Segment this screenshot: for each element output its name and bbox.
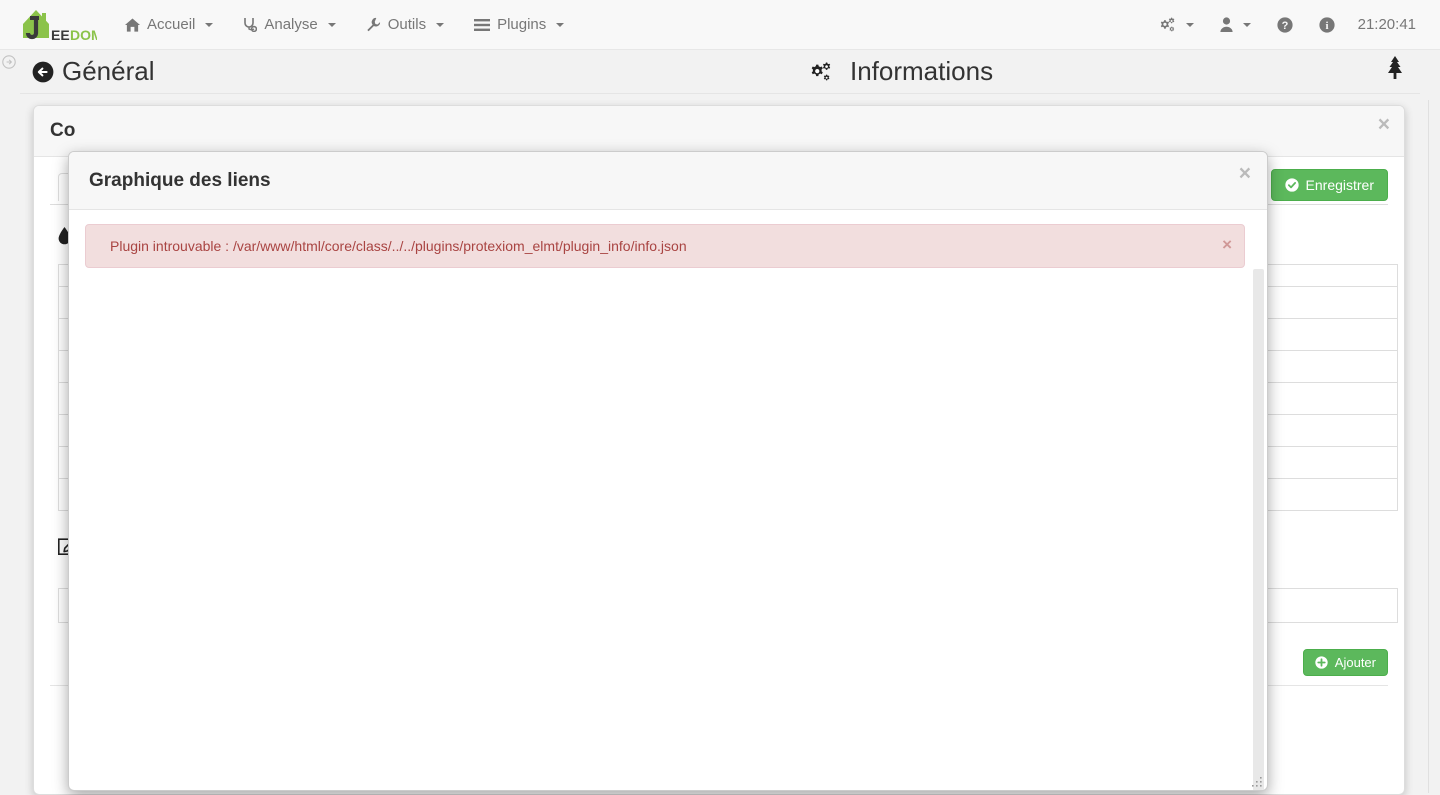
nav-item-user[interactable]: [1207, 0, 1264, 50]
info-circle-icon: i: [1319, 16, 1335, 33]
nav-label-outils: Outils: [387, 16, 427, 33]
top-navbar: EE DOM Accueil Analyse Outils Plugins ? …: [0, 0, 1440, 50]
modal-header: Graphique des liens ×: [69, 152, 1267, 210]
nav-item-settings[interactable]: [1145, 0, 1207, 50]
nav-label-plugins: Plugins: [497, 16, 547, 33]
home-icon: [125, 17, 140, 32]
nav-item-plugins[interactable]: Plugins: [459, 0, 579, 50]
chevron-down-icon: [1185, 22, 1194, 27]
circle-arrow-right-icon: [2, 55, 16, 69]
page-title-right-text: Informations: [850, 56, 994, 86]
tree-icon: [1388, 56, 1402, 79]
svg-text:?: ?: [1281, 20, 1288, 32]
sidebar-toggle-button[interactable]: [2, 55, 16, 69]
modal-resize-grip[interactable]: [1250, 775, 1264, 789]
page-title-text: Général: [62, 56, 155, 86]
modal-vertical-scrollbar[interactable]: [1252, 269, 1265, 790]
gears-icon: [1160, 17, 1174, 31]
tree-icon-wrap[interactable]: [1386, 56, 1420, 87]
error-alert-message: Plugin introuvable : /var/www/html/core/…: [110, 238, 687, 254]
svg-text:EE: EE: [51, 27, 70, 43]
chevron-down-icon: [436, 22, 445, 27]
background-panel-title: Co: [50, 120, 76, 141]
stethoscope-icon: [244, 18, 258, 32]
alert-dismiss-icon[interactable]: ×: [1222, 236, 1232, 253]
navbar-clock: 21:20:41: [1357, 16, 1416, 33]
nav-item-accueil[interactable]: Accueil: [110, 0, 228, 50]
list-icon: [474, 18, 491, 31]
right-gutter: [1428, 100, 1440, 793]
scrollbar-thumb[interactable]: [1253, 269, 1264, 790]
nav-item-outils[interactable]: Outils: [351, 0, 459, 50]
svg-text:DOM: DOM: [70, 27, 97, 43]
add-button[interactable]: Ajouter: [1302, 649, 1388, 676]
add-button-label: Ajouter: [1334, 655, 1376, 670]
nav-item-analyse[interactable]: Analyse: [228, 0, 350, 50]
main-nav: Accueil Analyse Outils Plugins: [110, 0, 579, 50]
add-command-wrap: Ajouter: [1302, 649, 1388, 676]
save-button-label: Enregistrer: [1305, 177, 1374, 193]
plus-circle-icon: [1315, 656, 1328, 669]
left-gutter: [0, 100, 18, 793]
save-button[interactable]: Enregistrer: [1270, 169, 1388, 201]
chevron-down-icon: [327, 22, 336, 27]
nav-item-info[interactable]: i: [1306, 0, 1348, 50]
page-title-informations: Informations: [800, 50, 1420, 94]
jeedom-logo-icon: EE DOM: [23, 9, 97, 43]
nav-item-help[interactable]: ?: [1264, 0, 1306, 50]
chevron-down-icon: [556, 22, 565, 27]
check-circle-icon: [1284, 178, 1299, 192]
close-icon[interactable]: ×: [1239, 163, 1251, 184]
resize-grip-icon: [1252, 777, 1262, 787]
question-circle-icon: ?: [1277, 16, 1293, 33]
nav-label-analyse: Analyse: [264, 16, 318, 33]
modal-body: Plugin introuvable : /var/www/html/core/…: [69, 210, 1267, 790]
circle-arrow-left-icon[interactable]: [32, 61, 54, 83]
background-panel-header: Co ×: [34, 106, 1404, 157]
chevron-down-icon: [205, 22, 214, 27]
gears-icon[interactable]: [810, 62, 832, 82]
jeedom-logo[interactable]: EE DOM: [0, 0, 100, 50]
close-icon[interactable]: ×: [1378, 114, 1390, 135]
page-title-general: Général: [20, 50, 800, 94]
modal-title: Graphique des liens: [89, 169, 271, 191]
page-area: Général Informations Co × Enregistrer Aj…: [0, 50, 1440, 795]
page-header: Général Informations: [20, 50, 1420, 94]
wrench-icon: [367, 17, 380, 32]
error-alert: Plugin introuvable : /var/www/html/core/…: [85, 224, 1245, 268]
user-icon: [1220, 17, 1233, 32]
navbar-right-actions: ? i 21:20:41: [1145, 0, 1440, 50]
chevron-down-icon: [1242, 22, 1251, 27]
graph-links-modal: Graphique des liens × Plugin introuvable…: [68, 151, 1268, 791]
nav-label-accueil: Accueil: [147, 16, 196, 33]
svg-text:i: i: [1325, 20, 1328, 32]
